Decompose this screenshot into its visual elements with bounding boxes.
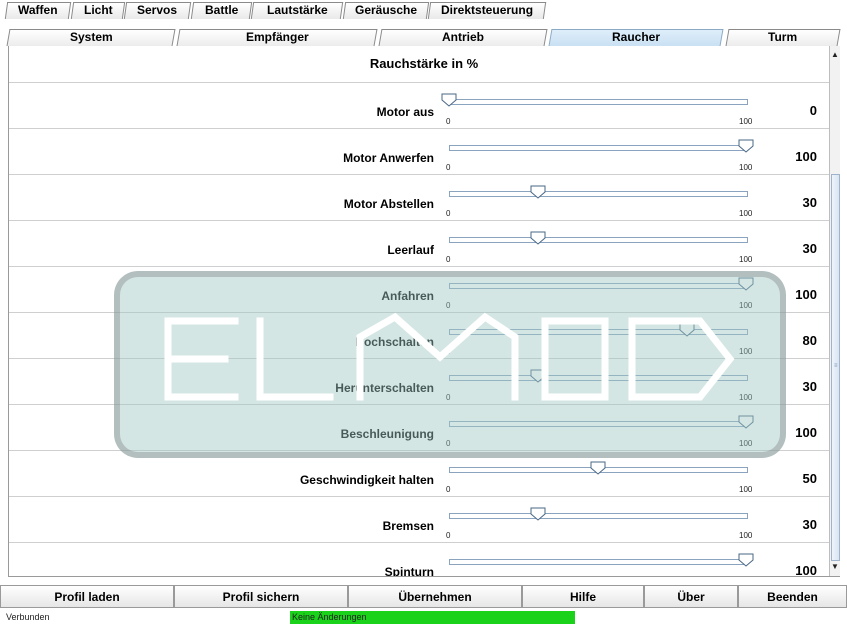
slider-row: Geschwindigkeit halten 0 100 50 (9, 450, 839, 497)
tab-antrieb[interactable]: Antrieb (378, 29, 548, 46)
tab-row-top: Waffen Licht Servos Battle Lautstärke Ge… (0, 0, 847, 19)
slider-thumb[interactable] (738, 277, 754, 291)
slider-label: Motor Anwerfen (343, 151, 434, 165)
slider-row: Motor aus 0 100 0 (9, 82, 839, 129)
slider-thumb[interactable] (590, 461, 606, 475)
hilfe-button[interactable]: Hilfe (522, 585, 644, 608)
slider-min-label: 0 (446, 255, 451, 264)
slider-track[interactable] (449, 237, 748, 243)
bottom-button-bar: Profil laden Profil sichern Übernehmen H… (0, 585, 847, 609)
slider-value: 100 (795, 287, 817, 302)
slider-thumb[interactable] (441, 93, 457, 107)
slider-row: Motor Abstellen 0 100 30 (9, 174, 839, 221)
slider-track[interactable] (449, 145, 748, 151)
slider-max-label: 100 (739, 255, 753, 264)
tab-raucher[interactable]: Raucher (548, 29, 724, 46)
slider-thumb[interactable] (530, 369, 546, 383)
slider-min-label: 0 (446, 439, 451, 448)
scroll-up-arrow-icon[interactable]: ▲ (830, 50, 840, 60)
slider-value: 80 (802, 333, 817, 348)
scroll-down-arrow-icon[interactable]: ▼ (830, 562, 840, 572)
raucher-panel: Rauchstärke in % Motor aus 0 100 0 Motor Anw… (8, 46, 840, 577)
slider-max-label: 100 (739, 439, 753, 448)
connection-status: Verbunden (6, 612, 50, 622)
slider-max-label: 100 (739, 347, 753, 356)
tab-turm[interactable]: Turm (725, 29, 841, 46)
slider-track[interactable] (449, 375, 748, 381)
slider-value: 30 (802, 195, 817, 210)
slider-max-label: 100 (739, 393, 753, 402)
slider-track[interactable] (449, 513, 748, 519)
slider-row: Hochschalten 0 100 80 (9, 312, 839, 359)
slider-value: 100 (795, 425, 817, 440)
slider-thumb[interactable] (738, 139, 754, 153)
slider-min-label: 0 (446, 163, 451, 172)
changes-status: Keine Änderungen (290, 611, 575, 624)
slider-min-label: 0 (446, 117, 451, 126)
slider-row: Motor Anwerfen 0 100 100 (9, 128, 839, 175)
slider-value: 100 (795, 149, 817, 164)
tab-system[interactable]: System (6, 29, 176, 46)
slider-label: Beschleunigung (340, 427, 434, 441)
slider-label: Anfahren (381, 289, 434, 303)
profil-sichern-button[interactable]: Profil sichern (174, 585, 348, 608)
slider-label: Herunterschalten (335, 381, 434, 395)
slider-max-label: 100 (739, 117, 753, 126)
slider-value: 30 (802, 241, 817, 256)
slider-thumb[interactable] (530, 231, 546, 245)
slider-track[interactable] (449, 283, 748, 289)
slider-thumb[interactable] (530, 507, 546, 521)
slider-min-label: 0 (446, 531, 451, 540)
profil-laden-button[interactable]: Profil laden (0, 585, 174, 608)
slider-value: 30 (802, 379, 817, 394)
slider-min-label: 0 (446, 347, 451, 356)
beenden-button[interactable]: Beenden (738, 585, 847, 608)
slider-thumb[interactable] (530, 185, 546, 199)
slider-thumb[interactable] (679, 323, 695, 337)
slider-row: Herunterschalten 0 100 30 (9, 358, 839, 405)
slider-thumb[interactable] (738, 415, 754, 429)
slider-value: 30 (802, 517, 817, 532)
slider-label: Bremsen (382, 519, 434, 533)
slider-track[interactable] (449, 559, 748, 565)
slider-label: Motor Abstellen (343, 197, 434, 211)
status-bar: Verbunden Keine Änderungen (0, 611, 847, 624)
slider-track[interactable] (449, 329, 748, 335)
vertical-scrollbar[interactable]: ▲ ≡ ▼ (829, 46, 840, 576)
grip-icon: ≡ (834, 363, 838, 369)
slider-max-label: 100 (739, 301, 753, 310)
slider-label: Hochschalten (355, 335, 434, 349)
slider-label: Motor aus (376, 105, 434, 119)
slider-label: Spinturn (384, 565, 434, 577)
slider-max-label: 100 (739, 485, 753, 494)
slider-max-label: 100 (739, 163, 753, 172)
scrollbar-thumb[interactable]: ≡ (831, 174, 840, 561)
slider-row: Bremsen 0 100 30 (9, 496, 839, 543)
slider-value: 0 (809, 103, 817, 118)
slider-label: Leerlauf (387, 243, 434, 257)
slider-label: Geschwindigkeit halten (299, 473, 434, 487)
panel-heading: Rauchstärke in % (369, 56, 479, 71)
slider-value: 100 (795, 563, 817, 577)
tab-empfaenger[interactable]: Empfänger (176, 29, 378, 46)
slider-min-label: 0 (446, 301, 451, 310)
slider-track[interactable] (449, 421, 748, 427)
tab-row-bottom: System Empfänger Antrieb Raucher Turm (0, 16, 847, 46)
ueber-button[interactable]: Über (644, 585, 738, 608)
slider-row: Beschleunigung 0 100 100 (9, 404, 839, 451)
slider-max-label: 100 (739, 209, 753, 218)
slider-min-label: 0 (446, 485, 451, 494)
slider-row: Spinturn0100100 (9, 542, 839, 577)
slider-min-label: 0 (446, 209, 451, 218)
slider-thumb[interactable] (738, 553, 754, 567)
slider-min-label: 0 (446, 393, 451, 402)
slider-track[interactable] (449, 191, 748, 197)
uebernehmen-button[interactable]: Übernehmen (348, 585, 522, 608)
slider-row: Leerlauf 0 100 30 (9, 220, 839, 267)
slider-track[interactable] (449, 99, 748, 105)
slider-row: Anfahren 0 100 100 (9, 266, 839, 313)
slider-max-label: 100 (739, 531, 753, 540)
slider-value: 50 (802, 471, 817, 486)
